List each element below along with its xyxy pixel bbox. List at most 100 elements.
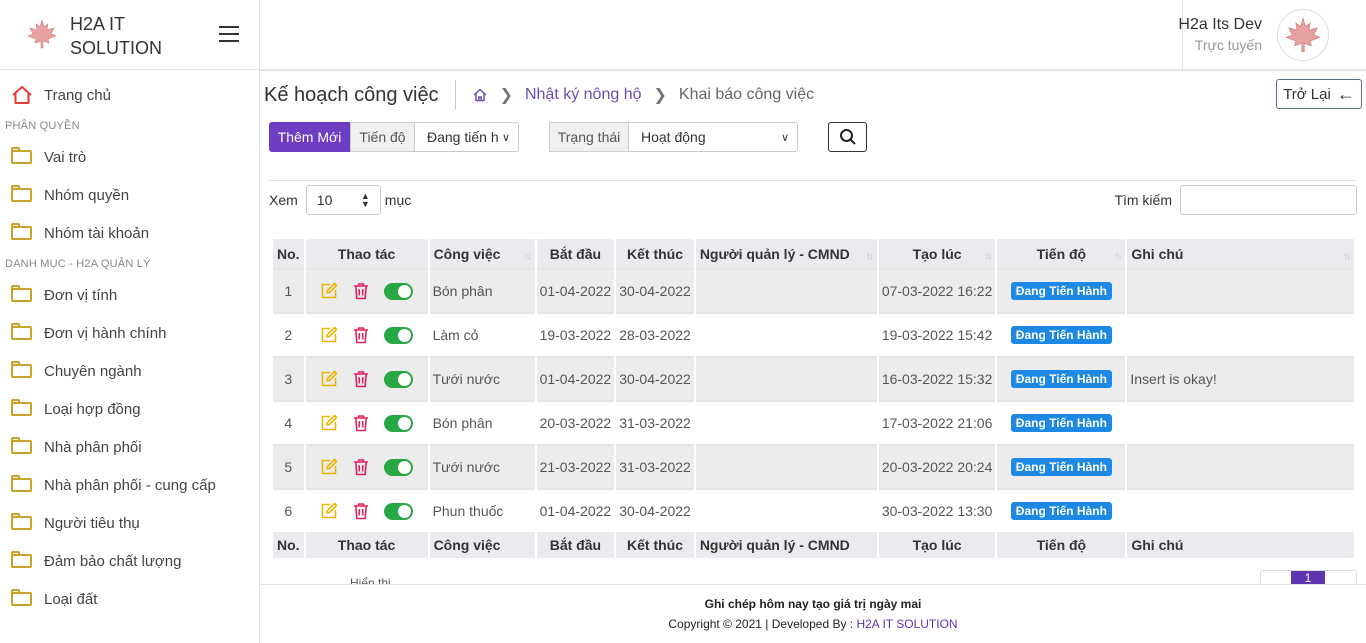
folder-icon — [11, 513, 33, 533]
sidebar-item-permission-groups[interactable]: Nhóm quyền — [0, 176, 259, 214]
column-header-task[interactable]: Công việc ↑↓ — [429, 239, 535, 268]
avatar[interactable] — [1277, 9, 1329, 61]
trash-icon[interactable] — [352, 502, 370, 520]
active-toggle[interactable] — [384, 458, 414, 476]
breadcrumb-current: Khai báo công việc — [678, 86, 815, 103]
back-button[interactable]: Trở Lại ← — [1276, 79, 1362, 109]
sidebar-item-consumers[interactable]: Người tiêu thụ — [0, 504, 259, 542]
column-header-note[interactable]: Ghi chú ↑↓ — [1127, 239, 1354, 268]
progress-filter-select[interactable]: Đang tiến h ∨ — [414, 122, 519, 152]
cell-actions — [305, 488, 428, 532]
cell-no: 6 — [273, 488, 304, 532]
cell-task: Bón phân — [429, 400, 535, 444]
sidebar-item-contract-types[interactable]: Loại hợp đồng — [0, 390, 259, 428]
add-new-button[interactable]: Thêm Mới — [269, 122, 350, 152]
folder-icon — [11, 147, 33, 167]
sidebar-item-quality-assurance[interactable]: Đảm bảo chất lượng — [0, 542, 259, 580]
folder-icon — [11, 589, 33, 609]
edit-icon[interactable] — [320, 282, 338, 300]
trash-icon[interactable] — [352, 370, 370, 388]
active-toggle[interactable] — [384, 502, 414, 520]
search-input[interactable] — [1180, 185, 1357, 215]
cell-start: 21-03-2022 — [536, 444, 615, 488]
column-header-progress[interactable]: Tiến độ ↑↓ — [997, 239, 1126, 268]
developer-link[interactable]: H2A IT SOLUTION — [856, 617, 957, 631]
cell-created: 19-03-2022 15:42 — [878, 312, 996, 356]
copyright-text: Copyright © 2021 | Developed By : — [668, 617, 857, 631]
sidebar-section-title: PHÂN QUYỀN — [5, 120, 80, 132]
maple-leaf-icon — [27, 18, 57, 49]
breadcrumb: ❯ Nhật ký nông hộ ❯ Khai báo công việc — [472, 85, 815, 105]
sidebar-item-label: Loại hợp đồng — [44, 400, 141, 418]
cell-no: 5 — [273, 444, 304, 488]
column-header-no[interactable]: No. — [273, 239, 304, 268]
cell-manager — [695, 488, 877, 532]
sidebar-item-distributors[interactable]: Nhà phân phối — [0, 428, 259, 466]
header-label: Tiến độ — [1036, 245, 1087, 262]
status-filter-label: Trạng thái — [549, 122, 629, 152]
search-label: Tìm kiếm — [1114, 192, 1172, 208]
sidebar-item-account-groups[interactable]: Nhóm tài khoản — [0, 214, 259, 252]
arrow-left-icon: ← — [1336, 83, 1355, 104]
sidebar-item-admin-units[interactable]: Đơn vị hành chính — [0, 314, 259, 352]
sort-icon: ↑↓ — [984, 251, 992, 262]
edit-icon[interactable] — [320, 458, 338, 476]
edit-icon[interactable] — [320, 502, 338, 520]
column-header-manager[interactable]: Người quản lý - CMND ↑↓ — [695, 239, 877, 268]
chevron-down-icon: ∨ — [780, 132, 789, 144]
column-footer-progress: Tiến độ — [997, 532, 1126, 558]
sort-icon: ↑↓ — [523, 251, 532, 262]
page-button-active[interactable]: 1 — [1291, 571, 1325, 584]
edit-icon[interactable] — [320, 414, 338, 432]
cell-end: 30-04-2022 — [616, 488, 694, 532]
trash-icon[interactable] — [352, 282, 370, 300]
active-toggle[interactable] — [384, 370, 414, 388]
user-status: Trực tuyến — [1194, 37, 1262, 53]
home-icon[interactable] — [472, 87, 488, 103]
footer: Ghi chép hôm nay tạo giá trị ngày mai Co… — [260, 584, 1366, 643]
cell-start: 01-04-2022 — [536, 268, 615, 312]
page-length-control: Xem 10 ▲ ▼ mục — [269, 185, 411, 215]
cell-end: 31-03-2022 — [616, 444, 694, 488]
home-icon — [12, 86, 32, 104]
cell-note — [1127, 400, 1354, 444]
folder-icon — [11, 475, 33, 495]
breadcrumb-link[interactable]: Nhật ký nông hộ — [525, 86, 642, 104]
hamburger-icon[interactable] — [219, 26, 239, 42]
trash-icon[interactable] — [352, 326, 370, 344]
active-toggle[interactable] — [384, 282, 414, 300]
sidebar-item-land-types[interactable]: Loại đất — [0, 580, 259, 618]
cell-created: 07-03-2022 16:22 — [878, 268, 996, 312]
page-size-select[interactable]: 10 ▲ ▼ — [305, 185, 381, 215]
cell-end: 30-04-2022 — [616, 356, 694, 400]
trash-icon[interactable] — [352, 458, 370, 476]
column-header-end[interactable]: Kết thúc — [616, 239, 694, 268]
edit-icon[interactable] — [320, 326, 338, 344]
column-header-start[interactable]: Bắt đầu — [536, 239, 615, 268]
cell-no: 1 — [273, 268, 304, 312]
cell-manager — [695, 356, 877, 400]
updown-icon: ▲ ▼ — [360, 191, 370, 209]
sidebar-item-home[interactable]: Trang chủ — [0, 76, 259, 114]
sidebar-item-units[interactable]: Đơn vị tính — [0, 276, 259, 314]
user-menu[interactable]: H2a Its Dev Trực tuyến — [1178, 0, 1366, 70]
cell-actions — [305, 356, 428, 400]
active-toggle[interactable] — [384, 326, 414, 344]
column-header-created[interactable]: Tạo lúc ↑↓ — [878, 239, 996, 268]
sidebar-item-roles[interactable]: Vai trò — [0, 138, 259, 176]
topbar: H2a Its Dev Trực tuyến — [260, 0, 1366, 70]
sidebar-item-specialties[interactable]: Chuyên ngành — [0, 352, 259, 390]
cell-start: 20-03-2022 — [536, 400, 615, 444]
trash-icon[interactable] — [352, 414, 370, 432]
task-table: No. Thao tác Công việc ↑↓ Bắt đầu Kết thú… — [271, 239, 1356, 558]
active-toggle[interactable] — [384, 414, 414, 432]
sidebar: H2A IT SOLUTION Trang chủ PHÂN QUYỀN Vai… — [0, 0, 260, 643]
sidebar-item-suppliers[interactable]: Nhà phân phối - cung cấp — [0, 466, 259, 504]
search-button[interactable] — [828, 122, 867, 152]
column-footer-task: Công việc — [429, 532, 535, 558]
entries-label: mục — [384, 192, 412, 208]
folder-icon — [11, 223, 33, 243]
sidebar-section-title: DANH MỤC - H2A QUẢN LÝ — [5, 258, 151, 270]
edit-icon[interactable] — [320, 370, 338, 388]
status-filter-select[interactable]: Hoạt động ∨ — [628, 122, 798, 152]
